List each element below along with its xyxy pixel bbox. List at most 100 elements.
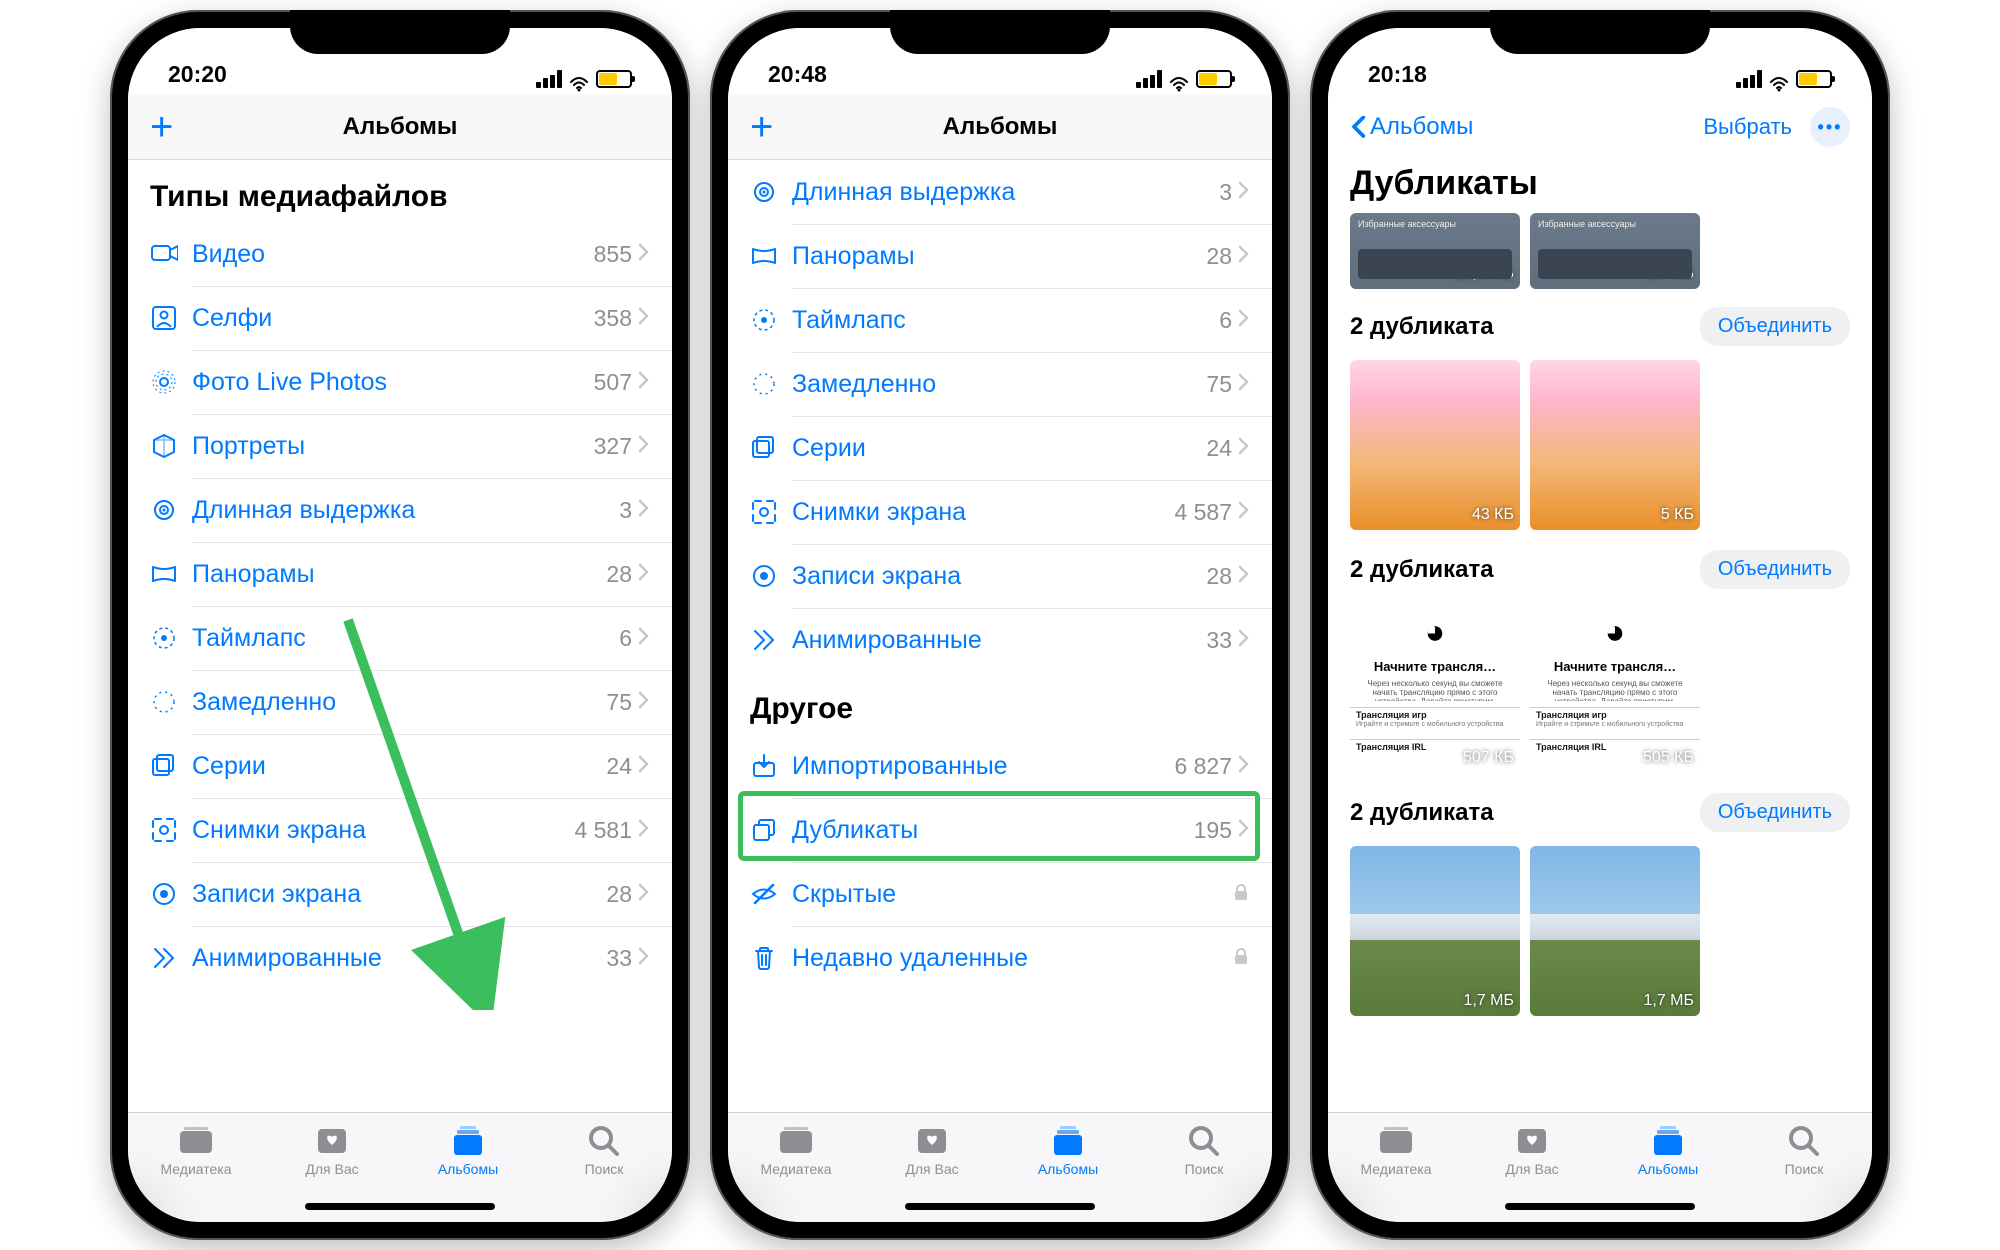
- thumbnail[interactable]: 1,7 МБ: [1530, 846, 1700, 1016]
- merge-button[interactable]: Объединить: [1700, 793, 1850, 832]
- animated-icon: [750, 627, 792, 653]
- signal-icon: [536, 70, 562, 88]
- screenshot-icon: [750, 499, 792, 525]
- list-row-portrait[interactable]: Портреты327: [128, 414, 672, 478]
- row-label: Анимированные: [192, 944, 606, 973]
- list-row-slomo[interactable]: Замедленно75: [128, 670, 672, 734]
- duplicate-group-header: 2 дубликата Объединить: [1328, 536, 1872, 603]
- row-count: 4 587: [1174, 499, 1232, 526]
- list-row-animated[interactable]: Анимированные33: [128, 926, 672, 990]
- timelapse-icon: [750, 307, 792, 333]
- chevron-icon: [638, 371, 650, 394]
- thumbnail[interactable]: ◕ Начните трансля… Через несколько секун…: [1350, 603, 1520, 773]
- list-row-record[interactable]: Записи экрана28: [728, 544, 1272, 608]
- home-indicator[interactable]: [305, 1203, 495, 1210]
- chevron-icon: [1238, 819, 1250, 842]
- list-row-trash[interactable]: Недавно удаленные: [728, 926, 1272, 990]
- content[interactable]: Дубликаты Избранные аксессуары 10,1 МБ И…: [1328, 160, 1872, 1112]
- wifi-icon: [568, 71, 590, 87]
- duplicate-group-header: 2 дубликата Объединить: [1328, 779, 1872, 846]
- thumbnail[interactable]: Избранные аксессуары 10,1 МБ: [1350, 213, 1520, 289]
- row-label: Серии: [792, 434, 1206, 463]
- list-row-dup[interactable]: Дубликаты195: [728, 798, 1272, 862]
- pano-icon: [150, 561, 192, 587]
- row-label: Панорамы: [792, 242, 1206, 271]
- row-count: 33: [606, 945, 632, 972]
- phone-2: 20:48 + Альбомы Длинная выдержка3Панорам…: [710, 10, 1290, 1240]
- nav-bar: Альбомы Выбрать •••: [1328, 94, 1872, 160]
- home-indicator[interactable]: [1505, 1203, 1695, 1210]
- merge-button[interactable]: Объединить: [1700, 307, 1850, 346]
- screen: 20:20 + Альбомы Типы медиафайлов Видео85…: [128, 28, 672, 1222]
- back-button[interactable]: Альбомы: [1350, 113, 1473, 141]
- thumbnail[interactable]: 1,7 МБ: [1350, 846, 1520, 1016]
- row-count: 507: [594, 369, 632, 396]
- list-row-burst[interactable]: Серии24: [728, 416, 1272, 480]
- section-other: Другое: [728, 672, 1272, 734]
- status-time: 20:48: [768, 61, 827, 88]
- tab-library[interactable]: Медиатека: [128, 1123, 264, 1222]
- duplicate-group-header: 2 дубликата Объединить: [1328, 293, 1872, 360]
- row-count: 3: [1219, 179, 1232, 206]
- thumbnail[interactable]: Избранные аксессуары 10 МБ: [1530, 213, 1700, 289]
- battery-icon: [596, 70, 632, 88]
- list-row-pano[interactable]: Панорамы28: [728, 224, 1272, 288]
- status-time: 20:18: [1368, 61, 1427, 88]
- list-row-timelapse[interactable]: Таймлапс6: [728, 288, 1272, 352]
- list-row-screenshot[interactable]: Снимки экрана4 581: [128, 798, 672, 862]
- list-row-slomo[interactable]: Замедленно75: [728, 352, 1272, 416]
- list-row-burst[interactable]: Серии24: [128, 734, 672, 798]
- row-label: Панорамы: [192, 560, 606, 589]
- selfie-icon: [150, 305, 192, 331]
- chevron-icon: [1238, 629, 1250, 652]
- tab-library[interactable]: Медиатека: [1328, 1123, 1464, 1222]
- chevron-icon: [1238, 501, 1250, 524]
- list-row-import[interactable]: Импортированные6 827: [728, 734, 1272, 798]
- list-row-record[interactable]: Записи экрана28: [128, 862, 672, 926]
- select-button[interactable]: Выбрать: [1703, 114, 1792, 140]
- duplicate-thumbs: 43 КБ 5 КБ: [1328, 360, 1872, 536]
- slomo-icon: [750, 371, 792, 397]
- list-row-pano[interactable]: Панорамы28: [128, 542, 672, 606]
- list-row-screenshot[interactable]: Снимки экрана4 587: [728, 480, 1272, 544]
- battery-icon: [1796, 70, 1832, 88]
- tab-search[interactable]: Поиск: [1736, 1123, 1872, 1222]
- content[interactable]: Длинная выдержка3Панорамы28Таймлапс6Заме…: [728, 160, 1272, 1112]
- row-count: 75: [1206, 371, 1232, 398]
- list-row-animated[interactable]: Анимированные33: [728, 608, 1272, 672]
- thumbnail[interactable]: 43 КБ: [1350, 360, 1520, 530]
- pano-icon: [750, 243, 792, 269]
- chevron-icon: [638, 435, 650, 458]
- row-label: Селфи: [192, 304, 594, 333]
- phone-3: 20:18 Альбомы Выбрать ••• Дубликаты: [1310, 10, 1890, 1240]
- chevron-icon: [638, 499, 650, 522]
- home-indicator[interactable]: [905, 1203, 1095, 1210]
- row-count: 28: [606, 561, 632, 588]
- duplicate-thumbs: ◕ Начните трансля… Через несколько секун…: [1328, 603, 1872, 779]
- chevron-icon: [1238, 755, 1250, 778]
- more-button[interactable]: •••: [1810, 107, 1850, 147]
- rows-other: Импортированные6 827Дубликаты195СкрытыеН…: [728, 734, 1272, 990]
- list-row-selfie[interactable]: Селфи358: [128, 286, 672, 350]
- lock-icon: [1232, 946, 1250, 971]
- thumbnail[interactable]: 5 КБ: [1530, 360, 1700, 530]
- live-icon: [150, 369, 192, 395]
- row-count: 195: [1194, 817, 1232, 844]
- list-row-live[interactable]: Фото Live Photos507: [128, 350, 672, 414]
- tab-search[interactable]: Поиск: [1136, 1123, 1272, 1222]
- list-row-hidden[interactable]: Скрытые: [728, 862, 1272, 926]
- content[interactable]: Типы медиафайлов Видео855Селфи358Фото Li…: [128, 160, 672, 1112]
- tab-search[interactable]: Поиск: [536, 1123, 672, 1222]
- list-row-longexp[interactable]: Длинная выдержка3: [728, 160, 1272, 224]
- wifi-icon: [1768, 71, 1790, 87]
- row-label: Дубликаты: [792, 816, 1194, 845]
- stream-glyph: ◕: [1605, 613, 1626, 652]
- list-row-longexp[interactable]: Длинная выдержка3: [128, 478, 672, 542]
- merge-button[interactable]: Объединить: [1700, 550, 1850, 589]
- list-row-timelapse[interactable]: Таймлапс6: [128, 606, 672, 670]
- row-count: 28: [1206, 563, 1232, 590]
- nav-bar: + Альбомы: [728, 94, 1272, 160]
- tab-library[interactable]: Медиатека: [728, 1123, 864, 1222]
- thumbnail[interactable]: ◕ Начните трансля… Через несколько секун…: [1530, 603, 1700, 773]
- list-row-video[interactable]: Видео855: [128, 222, 672, 286]
